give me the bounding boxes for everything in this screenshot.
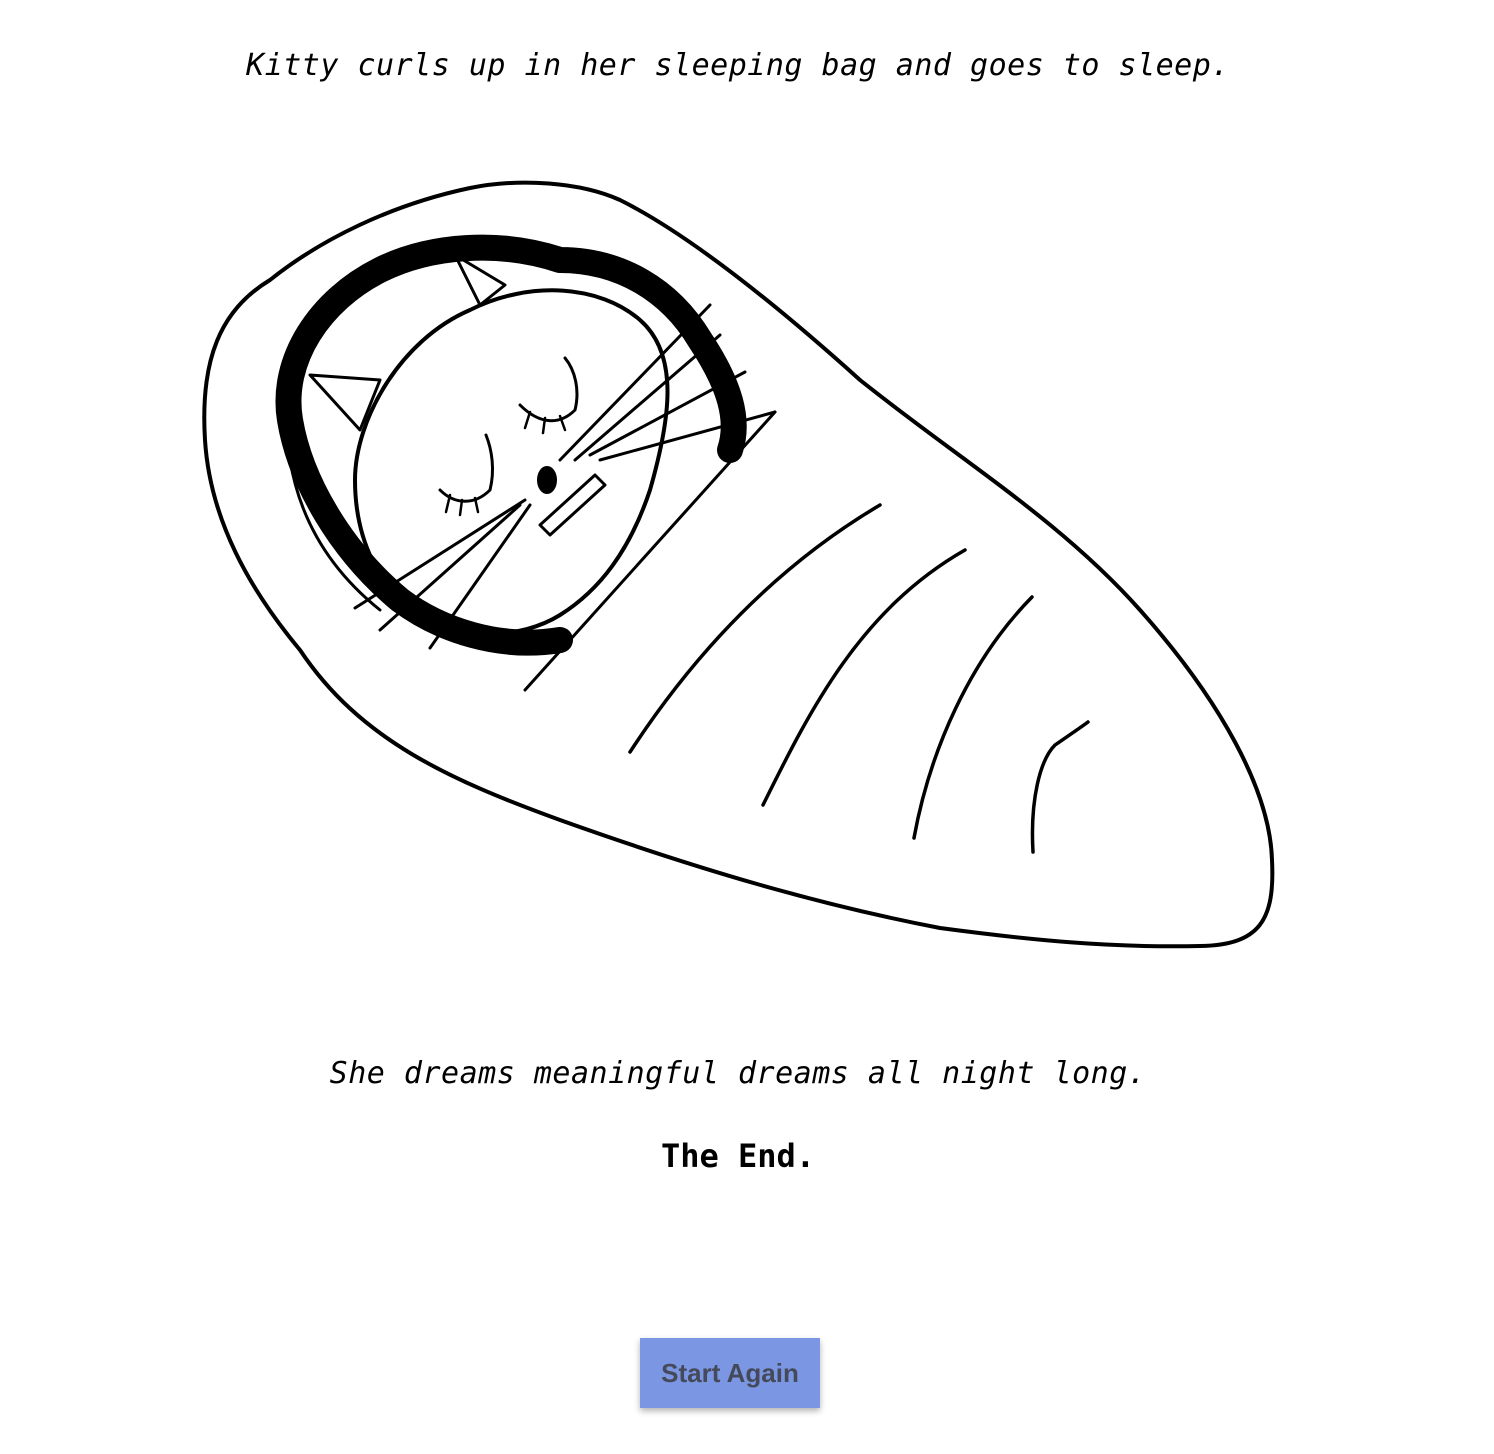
bag-seam-2 xyxy=(761,548,967,807)
right-eye xyxy=(518,356,579,423)
nose xyxy=(537,466,557,494)
start-again-button[interactable]: Start Again xyxy=(640,1338,820,1408)
bag-seam-3 xyxy=(912,595,1034,840)
story-caption-bottom: She dreams meaningful dreams all night l… xyxy=(329,1056,1147,1091)
story-ending: The End. xyxy=(660,1137,816,1175)
sleeping-cat-illustration xyxy=(202,180,1275,949)
left-eye xyxy=(438,433,495,503)
story-caption-top: Kitty curls up in her sleeping bag and g… xyxy=(246,48,1230,83)
bag-seam-1 xyxy=(628,503,882,754)
bag-seam-4 xyxy=(1030,720,1090,854)
hood-ring xyxy=(275,234,747,656)
